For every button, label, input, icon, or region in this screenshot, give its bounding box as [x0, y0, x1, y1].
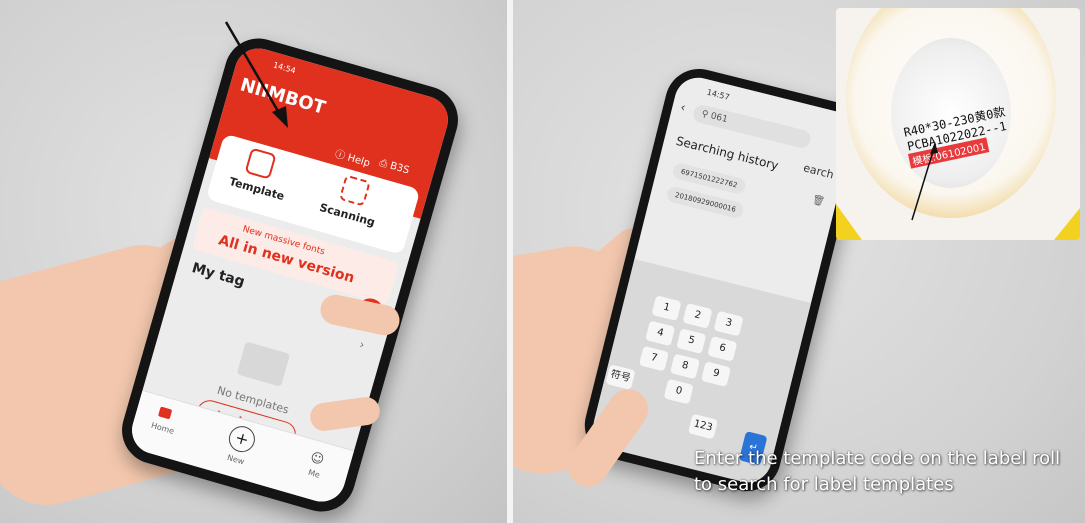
key-2[interactable]: 2	[682, 303, 713, 329]
left-photo-panel: 14:54 NIIMBOT ⓘ Help ⎙ B3S Template Scan…	[0, 0, 507, 523]
status-time: 14:57	[705, 87, 731, 102]
key-8[interactable]: 8	[669, 353, 701, 380]
trash-icon[interactable]: 🗑	[811, 194, 826, 208]
key-3[interactable]: 3	[713, 310, 744, 337]
key-1[interactable]: 1	[651, 295, 682, 322]
key-5[interactable]: 5	[676, 328, 707, 354]
search-button[interactable]: earch	[802, 161, 835, 181]
key-9[interactable]: 9	[700, 361, 732, 387]
back-arrow-icon[interactable]: ‹	[679, 100, 687, 115]
key-7[interactable]: 7	[638, 345, 669, 372]
search-value: 061	[709, 111, 729, 126]
caption-line-2: to search for label templates	[694, 474, 954, 495]
pointer-arrow	[224, 21, 288, 128]
caption-line-1: Enter the template code on the label rol…	[694, 448, 1061, 469]
key-0[interactable]: 0	[663, 378, 694, 405]
key-symbols[interactable]: 符号	[605, 364, 636, 390]
search-icon: ⚲	[700, 109, 710, 121]
key-123[interactable]: 123	[687, 413, 718, 440]
label-roll-inset: R40*30-230黄0款 PCBA1022022--1 模板:06102001	[836, 8, 1080, 240]
roll-arrow	[911, 142, 938, 221]
key-6[interactable]: 6	[707, 336, 738, 362]
key-4[interactable]: 4	[645, 320, 676, 347]
